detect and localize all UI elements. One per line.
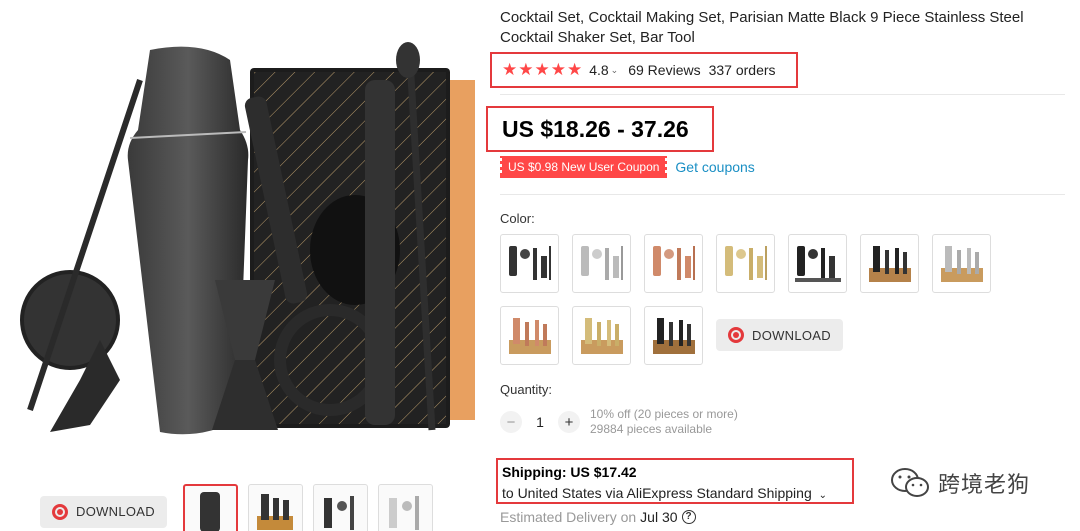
swatch-black-stand[interactable] xyxy=(788,234,847,293)
estimated-delivery: Estimated Delivery on Jul 30 ? xyxy=(500,509,696,525)
rating-summary: ★★★★★ 4.8 ⌄ 69 Reviews 337 orders xyxy=(490,52,798,88)
thumbnail-strip: DOWNLOAD xyxy=(40,484,433,531)
shipping-info: Shipping: US $17.42 to United States via… xyxy=(496,458,854,504)
swatch-gold[interactable] xyxy=(716,234,775,293)
swatch-silver-wood[interactable] xyxy=(932,234,991,293)
download-icon xyxy=(52,503,68,520)
swatch-copper[interactable] xyxy=(644,234,703,293)
chevron-down-icon: ⌄ xyxy=(818,490,828,501)
thumbnail-4[interactable] xyxy=(377,484,433,531)
quantity-label: Quantity: xyxy=(500,382,553,397)
swatch-copper-wood[interactable] xyxy=(500,306,559,365)
price: US $18.26 - 37.26 xyxy=(486,106,714,152)
wechat-icon xyxy=(891,468,929,497)
swatch-black-wood[interactable] xyxy=(860,234,919,293)
divider xyxy=(500,94,1065,95)
download-icon xyxy=(728,327,744,343)
delivery-label: Estimated Delivery on xyxy=(500,509,637,525)
coupon-row: US $0.98 New User Coupon Get coupons xyxy=(497,156,755,178)
orders-count: 337 orders xyxy=(708,62,776,78)
help-icon[interactable]: ? xyxy=(681,510,696,524)
stock-info: 10% off (20 pieces or more) 29884 pieces… xyxy=(590,407,738,437)
quantity-stepper: − 1 + 10% off (20 pieces or more) 29884 … xyxy=(500,407,738,437)
download-button[interactable]: DOWNLOAD xyxy=(40,495,167,528)
quantity-value[interactable]: 1 xyxy=(522,414,558,430)
delivery-date: Jul 30 xyxy=(640,509,678,525)
divider xyxy=(500,194,1065,195)
shipping-destination-selector[interactable]: to United States via AliExpress Standard… xyxy=(502,483,852,506)
shipping-cost: Shipping: US $17.42 xyxy=(502,464,637,480)
shipping-destination: to United States via AliExpress Standard… xyxy=(502,485,812,501)
download-label: DOWNLOAD xyxy=(752,327,831,343)
swatch-black-wood-2[interactable] xyxy=(644,306,703,365)
get-coupons-link[interactable]: Get coupons xyxy=(675,159,754,175)
swatch-gold-wood[interactable] xyxy=(572,306,631,365)
thumbnail-2[interactable] xyxy=(247,484,303,531)
color-swatches: DOWNLOAD xyxy=(500,234,1060,365)
download-label: DOWNLOAD xyxy=(76,504,155,519)
rating-value[interactable]: 4.8 xyxy=(589,62,608,78)
download-button[interactable]: DOWNLOAD xyxy=(716,319,843,351)
bulk-discount-text: 10% off (20 pieces or more) xyxy=(590,407,738,421)
coupon-badge[interactable]: US $0.98 New User Coupon xyxy=(497,156,670,178)
swatch-silver[interactable] xyxy=(572,234,631,293)
decrement-button[interactable]: − xyxy=(500,411,522,433)
watermark: 跨境老狗 xyxy=(890,466,1030,500)
thumbnail-3[interactable] xyxy=(312,484,368,531)
star-rating-icon: ★★★★★ xyxy=(502,60,584,79)
chevron-down-icon[interactable]: ⌄ xyxy=(611,65,619,76)
color-label: Color: xyxy=(500,211,535,226)
available-count: 29884 pieces available xyxy=(590,422,713,436)
swatch-black[interactable] xyxy=(500,234,559,293)
main-product-image[interactable] xyxy=(10,20,480,460)
reviews-link[interactable]: 69 Reviews xyxy=(628,62,700,78)
product-gallery: DOWNLOAD xyxy=(0,0,480,531)
increment-button[interactable]: + xyxy=(558,411,580,433)
watermark-text: 跨境老狗 xyxy=(938,472,1031,497)
product-title: Cocktail Set, Cocktail Making Set, Paris… xyxy=(500,9,1024,46)
thumbnail-1[interactable] xyxy=(182,484,238,531)
